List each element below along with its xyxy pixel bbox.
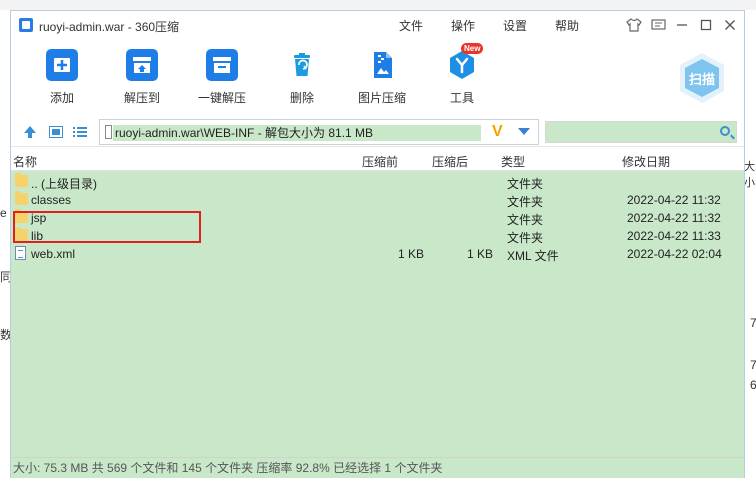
feedback-icon[interactable] [648,15,668,35]
extract-to-button[interactable]: 解压到 [107,49,177,106]
window-controls [624,15,740,35]
view-list-icon[interactable] [73,126,87,138]
app-window: ruoyi-admin.war - 360压缩 文件 操作 设置 帮助 添加 解… [10,10,745,478]
extract-to-icon [126,49,158,81]
table-row[interactable]: web.xml 1 KB 1 KB XML 文件 2022-04-22 02:0… [11,245,744,263]
background-window-edge [0,0,756,10]
app-logo-icon [19,18,33,32]
maximize-icon[interactable] [696,15,716,35]
search-icon[interactable] [720,126,730,136]
scan-label: 扫描 [688,72,715,87]
one-click-extract-label: 一键解压 [197,91,246,105]
skin-icon[interactable] [624,15,644,35]
document-icon [105,125,112,139]
background-text-fragment: 6 [750,378,756,392]
row-after: 1 KB [467,247,494,261]
menu-bar: 文件 操作 设置 帮助 [399,17,607,34]
delete-icon [286,49,318,81]
path-text: ruoyi-admin.war\WEB-INF - 解包大小为 81.1 MB [113,125,481,141]
scan-button[interactable]: 扫描 [676,51,728,105]
up-arrow-icon[interactable] [23,126,37,138]
row-date: 2022-04-22 02:04 [627,247,722,261]
verified-v-icon: V [492,123,503,140]
column-modified[interactable]: 修改日期 [622,153,670,170]
file-list: 名称 压缩前 压缩后 类型 修改日期 .. (上级目录) 文件夹 classes… [11,149,744,459]
row-before: 1 KB [398,247,425,261]
status-bar: 大小: 75.3 MB 共 569 个文件和 145 个文件夹 压缩率 92.8… [11,457,744,478]
row-date: 2022-04-22 11:33 [627,229,721,243]
add-button[interactable]: 添加 [27,49,97,106]
row-date: 2022-04-22 11:32 [627,193,721,207]
column-name[interactable]: 名称 [13,153,37,170]
table-row[interactable]: .. (上级目录) 文件夹 [11,173,744,191]
xml-file-icon [15,246,26,260]
row-type: 文件夹 [507,213,544,227]
tools-label: 工具 [449,91,474,105]
row-date: 2022-04-22 11:32 [627,211,721,225]
delete-label: 删除 [289,91,314,105]
image-compress-icon [366,49,398,81]
image-compress-button[interactable]: 图片压缩 [347,49,417,106]
selection-highlight-box [13,211,201,243]
tools-button[interactable]: New 工具 [427,43,497,106]
table-row[interactable]: classes 文件夹 2022-04-22 11:32 [11,191,744,209]
row-type: XML 文件 [507,249,559,263]
row-name: classes [31,193,72,207]
window-title: ruoyi-admin.war - 360压缩 [39,20,180,34]
column-after[interactable]: 压缩后 [432,153,468,170]
path-dropdown-icon[interactable] [518,128,530,135]
background-text-fragment: 7 [750,358,756,372]
delete-button[interactable]: 删除 [267,49,337,106]
row-type: 文件夹 [507,231,544,245]
address-bar: ruoyi-admin.war\WEB-INF - 解包大小为 81.1 MB … [11,117,744,147]
new-badge: New [461,43,484,54]
menu-help[interactable]: 帮助 [555,17,607,34]
folder-icon [15,191,28,205]
add-label: 添加 [49,91,74,105]
close-icon[interactable] [720,15,740,35]
toolbar: 添加 解压到 一键解压 删除 图片压缩 New 工具 扫描 [11,39,744,117]
background-text-fragment: 7 [750,316,756,330]
menu-operation[interactable]: 操作 [451,17,503,34]
image-compress-label: 图片压缩 [357,91,406,105]
menu-settings[interactable]: 设置 [503,17,555,34]
column-before[interactable]: 压缩前 [362,153,398,170]
minimize-icon[interactable] [672,15,692,35]
row-name: web.xml [31,247,76,261]
menu-file[interactable]: 文件 [399,17,451,34]
search-input[interactable] [545,121,737,143]
extract-to-label: 解压到 [123,91,160,105]
row-type: 文件夹 [507,177,544,191]
row-name: .. (上级目录) [31,177,97,191]
row-type: 文件夹 [507,195,544,209]
one-click-extract-icon [206,49,238,81]
title-bar[interactable]: ruoyi-admin.war - 360压缩 文件 操作 设置 帮助 [11,11,744,39]
folder-icon [15,173,28,187]
list-header: 名称 压缩前 压缩后 类型 修改日期 [11,149,744,171]
column-type[interactable]: 类型 [501,153,525,170]
path-field[interactable]: ruoyi-admin.war\WEB-INF - 解包大小为 81.1 MB … [99,119,539,145]
background-text-fragment: 大小 [744,161,755,189]
add-icon [46,49,78,81]
background-text-fragment: e [0,206,7,220]
one-click-extract-button[interactable]: 一键解压 [187,49,257,106]
view-details-icon[interactable] [49,126,63,138]
